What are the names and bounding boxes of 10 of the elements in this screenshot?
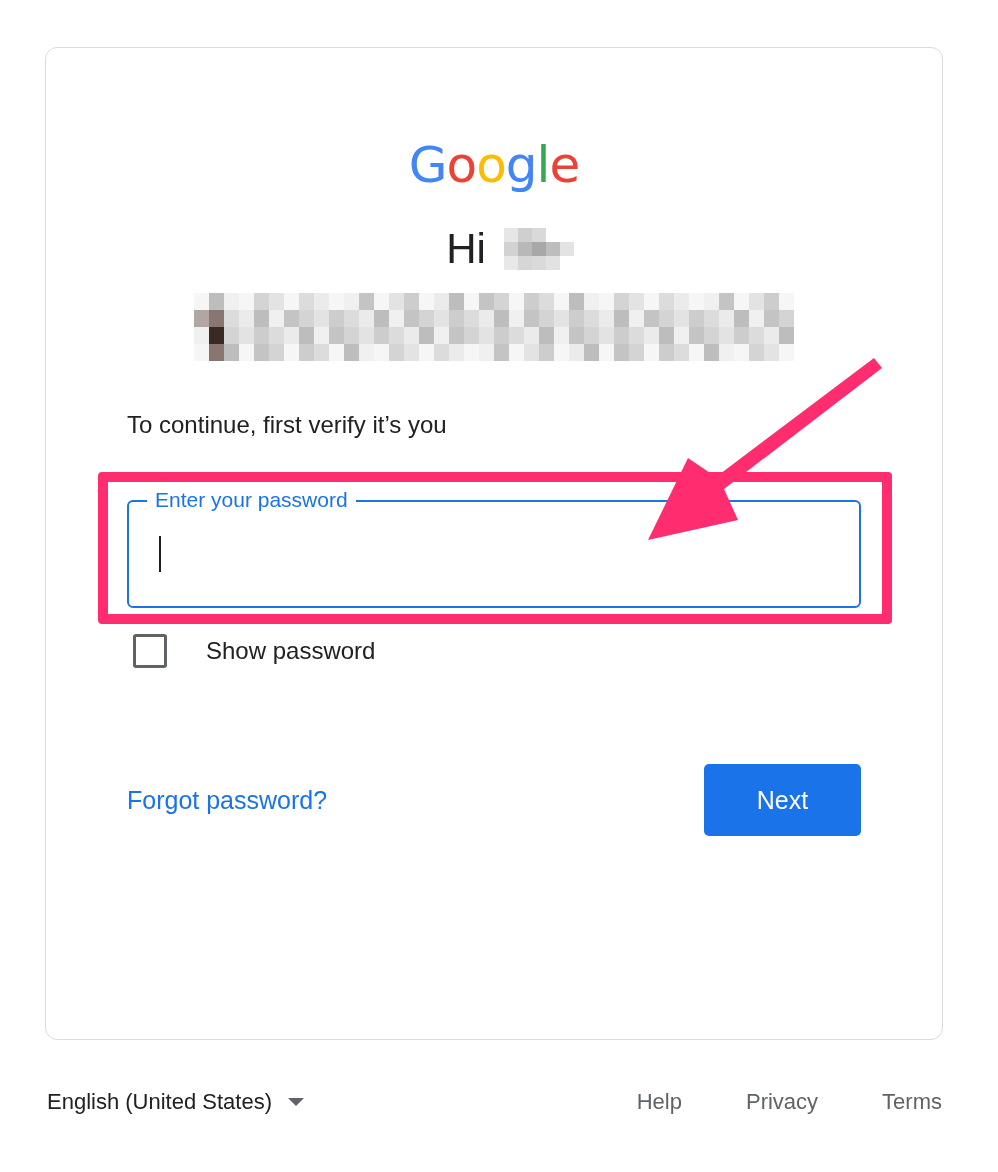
language-selector[interactable]: English (United States) — [47, 1088, 304, 1116]
forgot-password-link[interactable]: Forgot password? — [127, 785, 328, 815]
checkbox-label[interactable]: Show password — [206, 637, 376, 665]
instruction-text: To continue, first verify it’s you — [127, 410, 448, 440]
footer-link[interactable]: Privacy — [746, 1088, 819, 1116]
footer-link[interactable]: Help — [636, 1088, 682, 1116]
footer-link[interactable]: Terms — [882, 1088, 942, 1116]
next-button[interactable]: Next — [704, 764, 861, 836]
google-logo: Google — [408, 136, 580, 194]
greeting: Hi — [446, 224, 486, 274]
